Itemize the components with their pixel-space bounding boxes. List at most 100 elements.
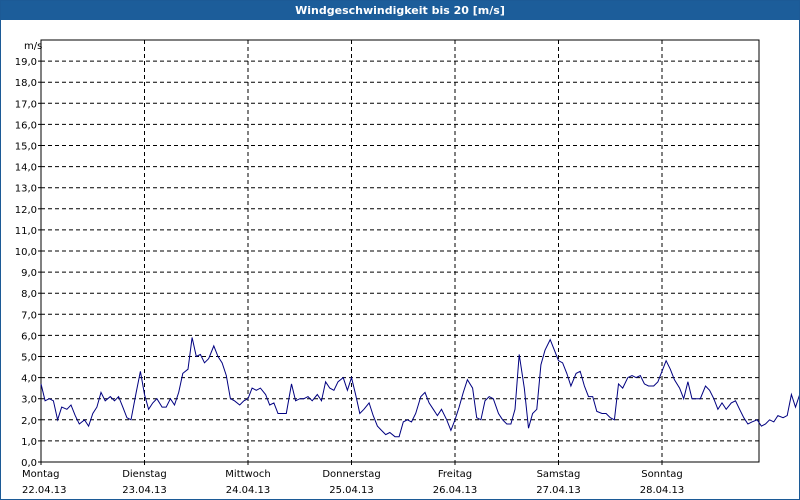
data-point bbox=[614, 419, 615, 420]
data-point bbox=[208, 358, 209, 359]
data-point bbox=[532, 413, 533, 414]
y-tick-label: 5,0 bbox=[21, 353, 37, 364]
data-point bbox=[588, 396, 589, 397]
y-tick-label: 9,0 bbox=[21, 268, 37, 279]
data-point bbox=[118, 396, 119, 397]
x-tick-date-label: 23.04.13 bbox=[122, 485, 167, 496]
data-point bbox=[403, 421, 404, 422]
y-tick-label: 11,0 bbox=[15, 226, 37, 237]
data-point bbox=[299, 398, 300, 399]
data-point bbox=[204, 362, 205, 363]
data-point bbox=[550, 339, 551, 340]
x-tick-day-label: Freitag bbox=[438, 469, 472, 480]
data-point bbox=[247, 398, 248, 399]
data-point bbox=[75, 415, 76, 416]
data-point bbox=[84, 419, 85, 420]
data-point bbox=[381, 430, 382, 431]
data-point bbox=[377, 426, 378, 427]
data-point bbox=[472, 388, 473, 389]
x-tick-date-label: 27.04.13 bbox=[536, 485, 581, 496]
x-tick-day-label: Donnerstag bbox=[322, 469, 380, 480]
data-point bbox=[260, 388, 261, 389]
y-tick-label: 17,0 bbox=[15, 99, 37, 110]
data-point bbox=[580, 371, 581, 372]
x-tick-date-label: 25.04.13 bbox=[329, 485, 374, 496]
data-point bbox=[644, 383, 645, 384]
data-point bbox=[791, 394, 792, 395]
data-point bbox=[385, 434, 386, 435]
y-tick-label: 2,0 bbox=[21, 416, 37, 427]
data-point bbox=[415, 413, 416, 414]
data-point bbox=[140, 371, 141, 372]
data-point bbox=[570, 385, 571, 386]
data-point bbox=[484, 400, 485, 401]
y-tick-label: 19,0 bbox=[15, 57, 37, 68]
data-point bbox=[187, 369, 188, 370]
data-point bbox=[277, 413, 278, 414]
data-point bbox=[757, 419, 758, 420]
data-point bbox=[726, 409, 727, 410]
y-tick-label: 3,0 bbox=[21, 395, 37, 406]
data-point bbox=[627, 377, 628, 378]
data-point bbox=[739, 409, 740, 410]
data-point bbox=[454, 419, 455, 420]
data-point bbox=[53, 400, 54, 401]
data-point bbox=[713, 398, 714, 399]
data-point bbox=[576, 373, 577, 374]
data-point bbox=[795, 407, 796, 408]
data-point bbox=[674, 379, 675, 380]
data-point bbox=[152, 402, 153, 403]
data-point bbox=[536, 409, 537, 410]
data-point bbox=[506, 423, 507, 424]
data-point bbox=[747, 423, 748, 424]
data-point bbox=[399, 436, 400, 437]
data-point bbox=[88, 426, 89, 427]
x-tick-date-label: 26.04.13 bbox=[433, 485, 478, 496]
data-point bbox=[192, 337, 193, 338]
x-tick-date-label: 24.04.13 bbox=[226, 485, 271, 496]
data-point bbox=[618, 383, 619, 384]
grid-lines bbox=[41, 40, 759, 462]
y-tick-label: 16,0 bbox=[15, 120, 37, 131]
data-point bbox=[122, 407, 123, 408]
data-point bbox=[174, 404, 175, 405]
data-point bbox=[463, 392, 464, 393]
data-point bbox=[40, 383, 41, 384]
data-point bbox=[282, 413, 283, 414]
data-point bbox=[303, 398, 304, 399]
data-point bbox=[683, 398, 684, 399]
data-point bbox=[156, 398, 157, 399]
data-point bbox=[777, 415, 778, 416]
data-point bbox=[49, 398, 50, 399]
data-point bbox=[265, 394, 266, 395]
data-point bbox=[493, 398, 494, 399]
data-point bbox=[437, 415, 438, 416]
data-point bbox=[761, 426, 762, 427]
data-point bbox=[96, 407, 97, 408]
data-point bbox=[666, 360, 667, 361]
data-point bbox=[217, 356, 218, 357]
data-point bbox=[363, 409, 364, 410]
data-point bbox=[359, 413, 360, 414]
data-point bbox=[735, 400, 736, 401]
data-point bbox=[291, 383, 292, 384]
x-tick-day-label: Dienstag bbox=[122, 469, 167, 480]
data-point bbox=[717, 409, 718, 410]
data-point bbox=[355, 394, 356, 395]
data-point bbox=[622, 388, 623, 389]
data-point bbox=[502, 419, 503, 420]
data-point bbox=[514, 409, 515, 410]
y-tick-label: 7,0 bbox=[21, 310, 37, 321]
data-point bbox=[592, 396, 593, 397]
data-point bbox=[222, 362, 223, 363]
data-point bbox=[230, 398, 231, 399]
data-point bbox=[373, 415, 374, 416]
x-axis-ticks: Montag 22.04.13 Dienstag 23.04.13 Mittwoch 24… bbox=[22, 462, 684, 496]
data-point bbox=[773, 421, 774, 422]
data-point bbox=[178, 392, 179, 393]
data-point bbox=[61, 407, 62, 408]
data-point bbox=[200, 354, 201, 355]
data-point bbox=[524, 388, 525, 389]
data-point bbox=[130, 419, 131, 420]
data-point bbox=[256, 390, 257, 391]
